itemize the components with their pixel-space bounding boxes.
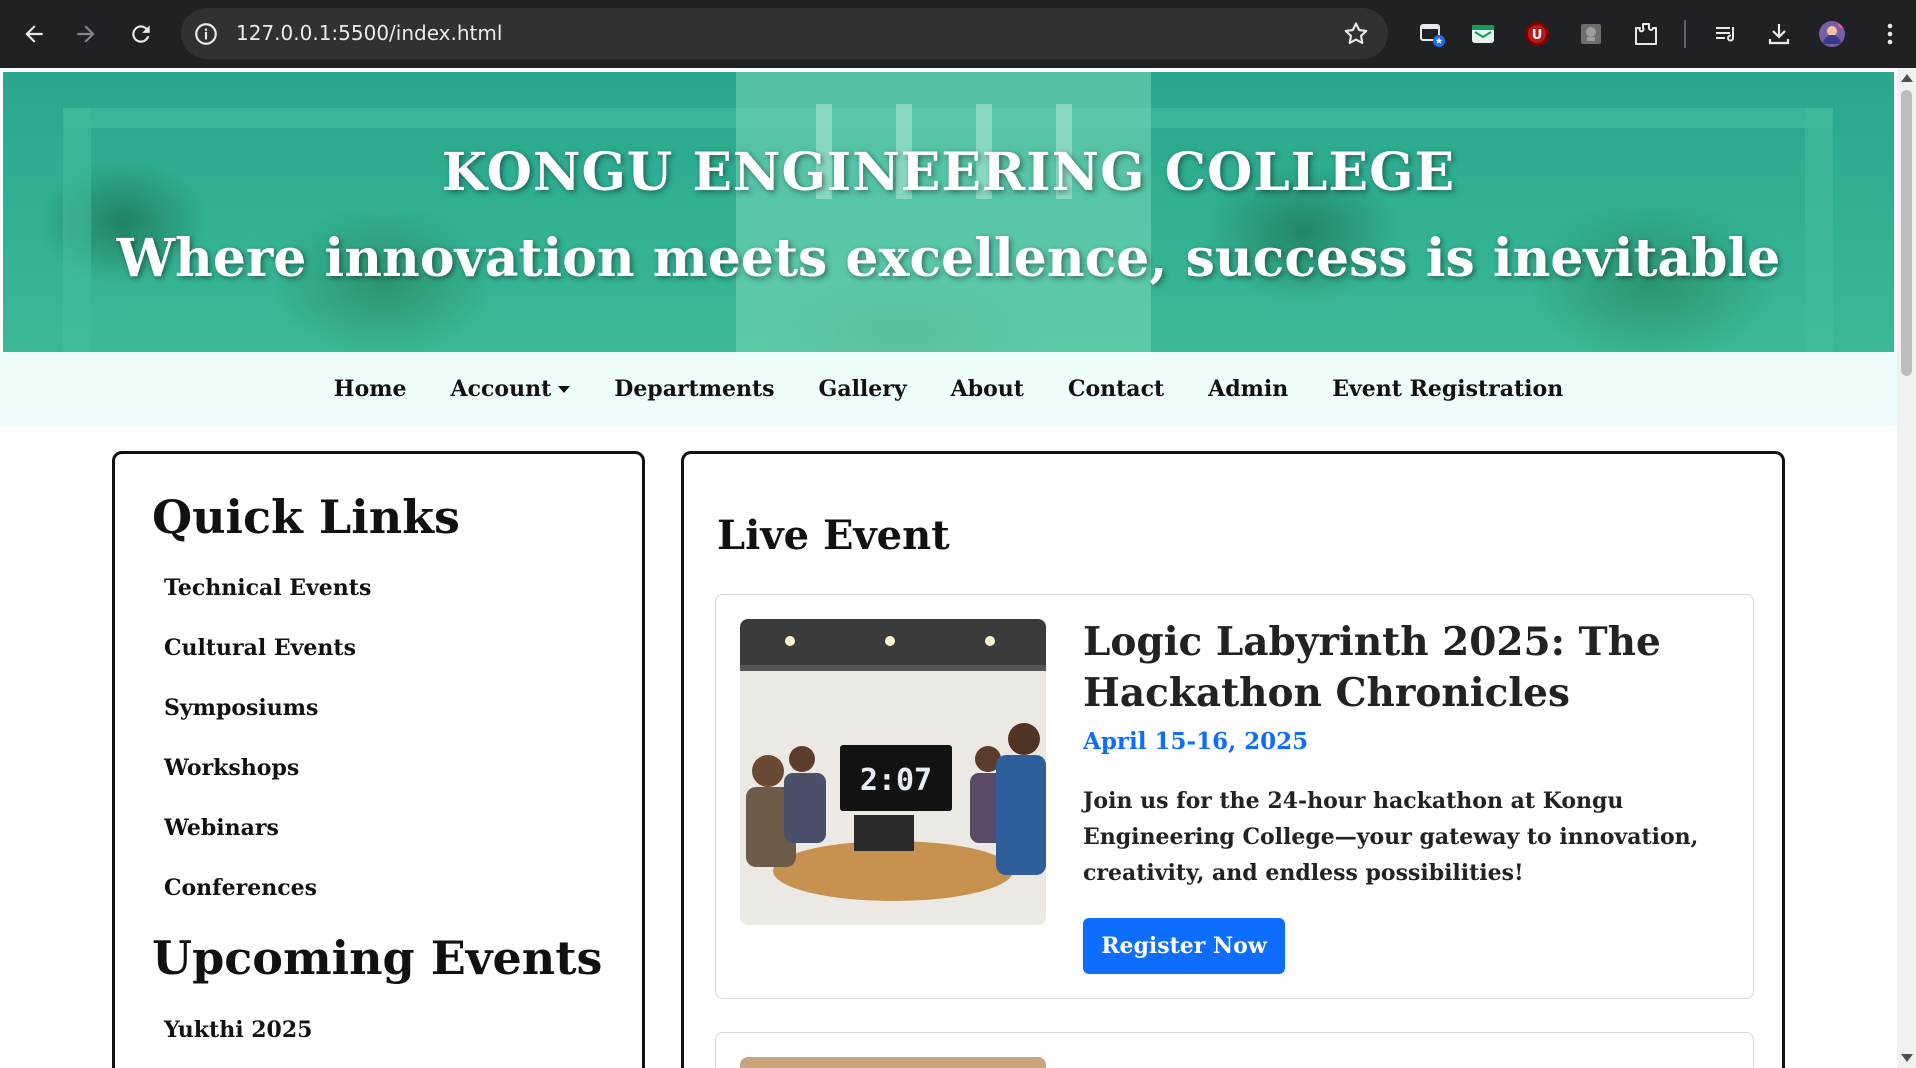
quick-link-cultural-events[interactable]: Cultural Events <box>164 635 356 661</box>
live-event-panel: Live Event 2:07 Logic Labyrinth 2025: Th… <box>681 451 1785 1068</box>
bookmark-star-icon[interactable] <box>1342 20 1370 48</box>
page-viewport: KONGU ENGINEERING COLLEGE Where innovati… <box>0 68 1897 1068</box>
nav-home[interactable]: Home <box>334 376 407 402</box>
scroll-down-arrow-icon[interactable] <box>1901 1054 1913 1062</box>
event-image-clock: 2:07 <box>860 763 932 798</box>
college-title: KONGU ENGINEERING COLLEGE <box>441 142 1456 203</box>
address-bar[interactable]: 127.0.0.1:5500/index.html <box>181 8 1388 59</box>
event-title: Logic Labyrinth 2025: The Hackathon Chro… <box>1083 619 1661 716</box>
url-text[interactable]: 127.0.0.1:5500/index.html <box>236 8 502 59</box>
event-image: 2:07 <box>740 619 1046 925</box>
forward-icon[interactable] <box>66 14 106 54</box>
nav-about[interactable]: About <box>951 376 1024 402</box>
browser-toolbar: 127.0.0.1:5500/index.html U <box>0 0 1916 68</box>
scrollbar-thumb[interactable] <box>1901 90 1912 376</box>
profile-avatar[interactable] <box>1816 18 1848 50</box>
quick-link-conferences[interactable]: Conferences <box>164 875 317 901</box>
quick-link-technical-events[interactable]: Technical Events <box>164 575 371 601</box>
svg-text:U: U <box>1532 28 1543 43</box>
event-image <box>740 1057 1046 1068</box>
reload-icon[interactable] <box>121 14 161 54</box>
quick-links-heading: Quick Links <box>152 490 460 544</box>
nav-contact[interactable]: Contact <box>1068 376 1164 402</box>
reading-list-icon[interactable] <box>1710 18 1742 50</box>
ublock-extension-icon[interactable]: U <box>1521 18 1553 50</box>
nav-account-dropdown[interactable]: Account <box>451 376 571 402</box>
site-info-icon[interactable] <box>193 21 219 47</box>
sidebar-card: Quick Links Technical Events Cultural Ev… <box>112 451 645 1068</box>
event-card <box>715 1032 1754 1068</box>
nav-account-label: Account <box>450 376 552 402</box>
extensions-icon[interactable] <box>1630 18 1662 50</box>
download-icon[interactable] <box>1763 18 1795 50</box>
event-date: April 15-16, 2025 <box>1083 728 1309 755</box>
menu-dots-icon[interactable] <box>1874 18 1906 50</box>
toolbar-separator <box>1684 20 1686 48</box>
hero-background-building <box>736 72 1151 352</box>
upcoming-event-item[interactable]: Yukthi 2025 <box>164 1017 312 1043</box>
quick-link-webinars[interactable]: Webinars <box>164 815 279 841</box>
upcoming-events-heading: Upcoming Events <box>152 931 603 985</box>
quick-link-symposiums[interactable]: Symposiums <box>164 695 318 721</box>
event-description: Join us for the 24-hour hackathon at Kon… <box>1083 788 1699 886</box>
puzzle-extension-icon[interactable] <box>1575 18 1607 50</box>
college-tagline: Where innovation meets excellence, succe… <box>116 228 1781 289</box>
scroll-up-arrow-icon[interactable] <box>1901 74 1913 82</box>
nav-gallery[interactable]: Gallery <box>819 376 907 402</box>
nav-departments[interactable]: Departments <box>614 376 774 402</box>
tab-search-icon[interactable] <box>1416 18 1448 50</box>
live-event-heading: Live Event <box>717 512 950 559</box>
nav-event-registration[interactable]: Event Registration <box>1332 376 1563 402</box>
back-icon[interactable] <box>14 14 54 54</box>
nav-admin[interactable]: Admin <box>1208 376 1288 402</box>
main-navigation: Home Account Departments Gallery About C… <box>0 352 1897 426</box>
event-card: 2:07 Logic Labyrinth 2025: The Hackathon… <box>715 594 1754 999</box>
caret-down-icon <box>558 385 571 393</box>
register-now-button[interactable]: Register Now <box>1083 918 1285 974</box>
quick-link-workshops[interactable]: Workshops <box>164 755 299 781</box>
mail-extension-icon[interactable] <box>1467 18 1499 50</box>
page-scrollbar[interactable] <box>1897 68 1916 1068</box>
hero-banner: KONGU ENGINEERING COLLEGE Where innovati… <box>3 72 1894 352</box>
